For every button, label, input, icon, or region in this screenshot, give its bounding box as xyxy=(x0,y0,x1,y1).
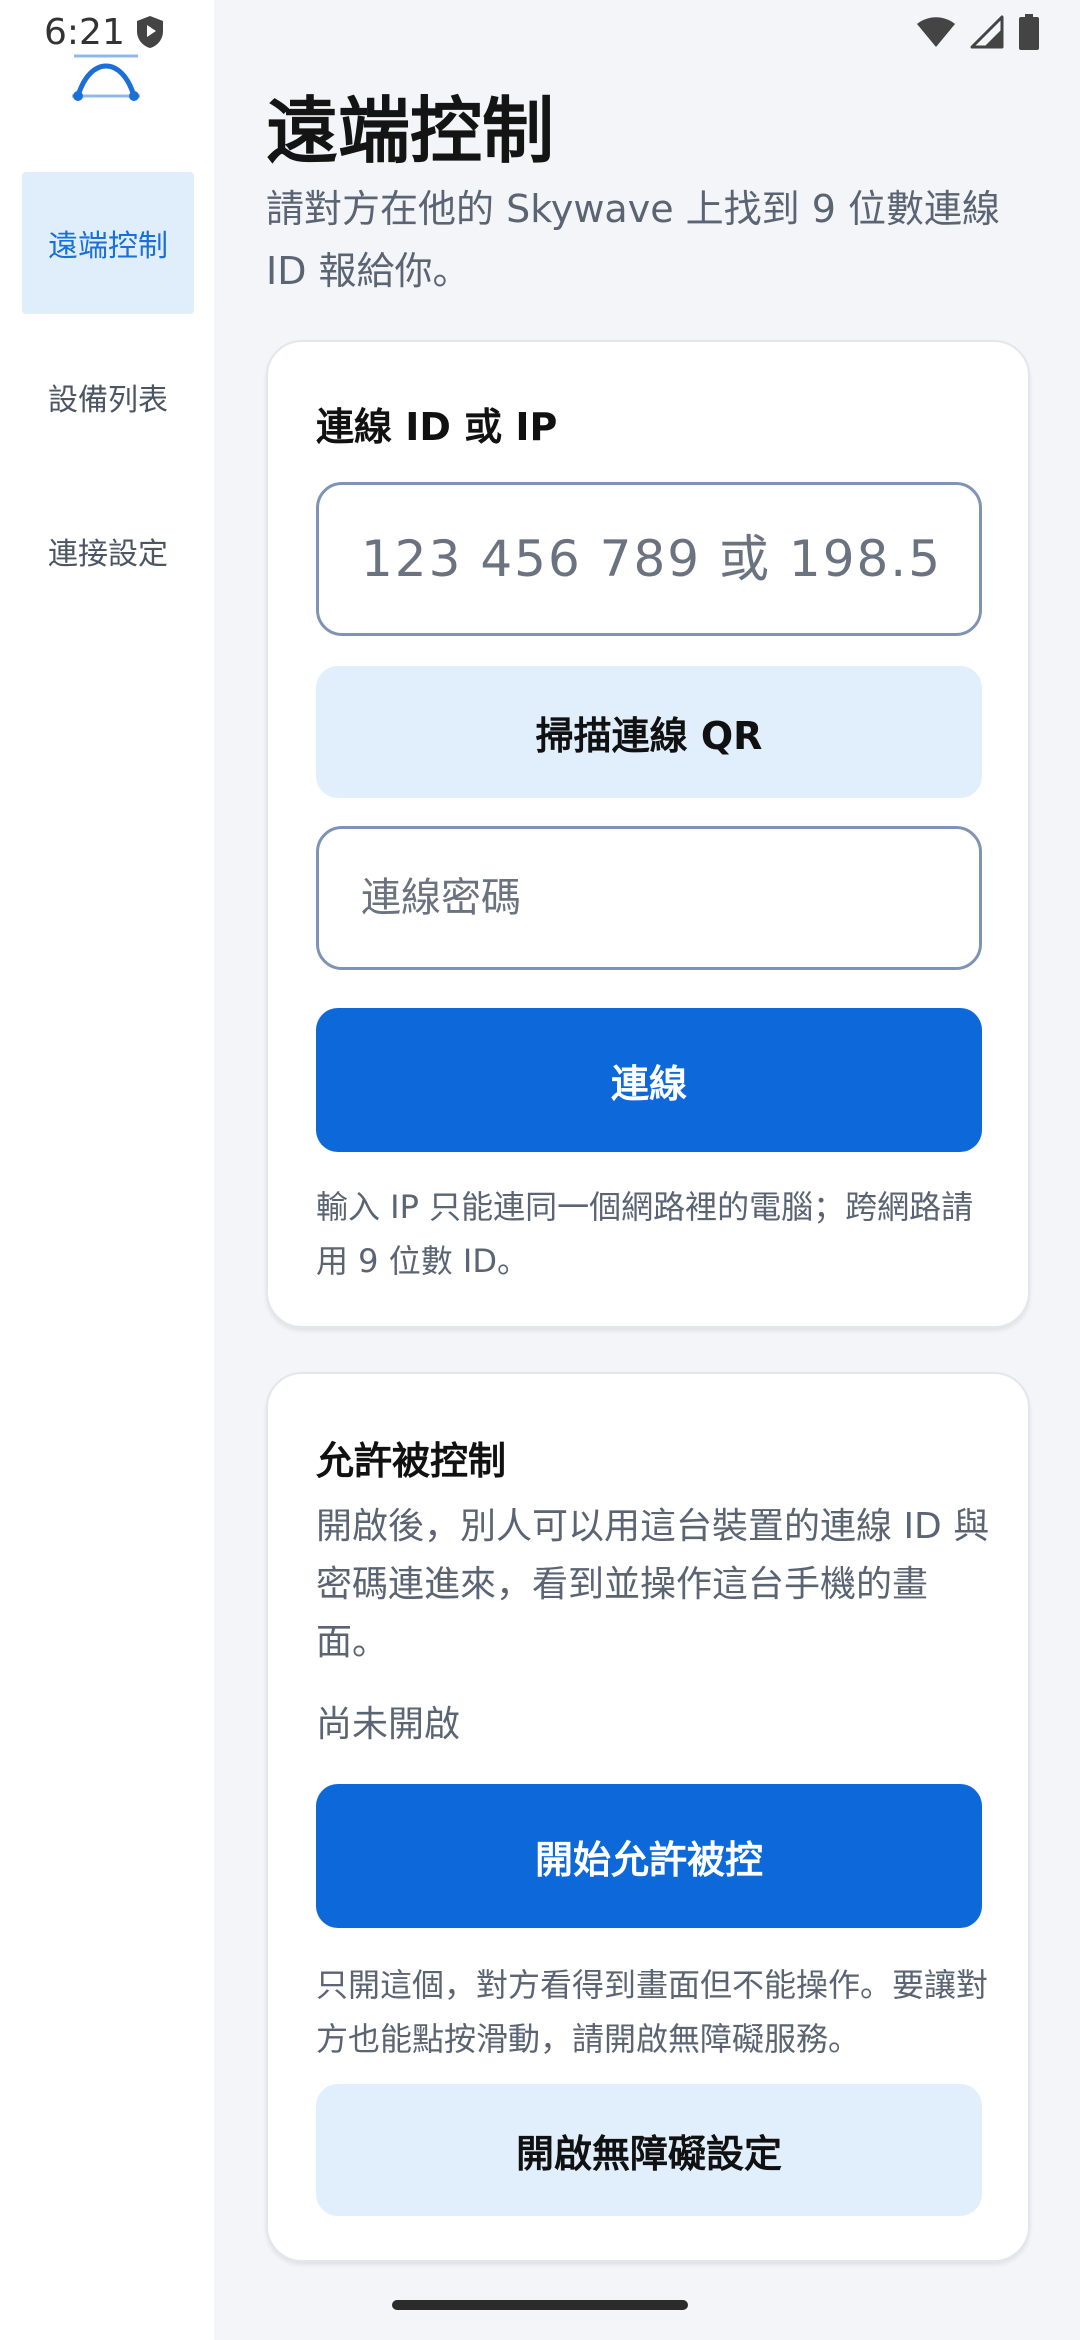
connect-note: 輸入 IP 只能連同一個網路裡的電腦；跨網路請用 9 位數 ID。 xyxy=(316,1188,974,1280)
connection-id-field[interactable] xyxy=(316,482,982,636)
connection-id-heading: 連線 ID 或 IP xyxy=(316,405,558,449)
allow-control-card: 允許被控制 開啟後，別人可以用這台裝置的連線 ID 與密碼連進來，看到並操作這台… xyxy=(266,1372,1030,2262)
rail-item-connection-settings[interactable]: 連接設定 xyxy=(22,480,194,622)
page-subtitle: 請對方在他的 Skywave 上找到 9 位數連線 ID 報給你。 xyxy=(266,187,1000,293)
accessibility-settings-button[interactable]: 開啟無障礙設定 xyxy=(316,2084,982,2216)
shield-icon xyxy=(136,16,163,48)
connect-button[interactable]: 連線 xyxy=(316,1008,982,1152)
wifi-icon xyxy=(917,17,955,47)
status-bar: 6:21 xyxy=(0,0,1080,64)
page-title: 遠端控制 xyxy=(266,89,555,173)
allow-control-description: 開啟後，別人可以用這台裝置的連線 ID 與密碼連進來，看到並操作這台手機的畫面。 xyxy=(316,1506,990,1663)
start-allow-control-button[interactable]: 開始允許被控 xyxy=(316,1784,982,1928)
rail-item-label: 設備列表 xyxy=(48,383,168,418)
allow-note: 只開這個，對方看得到畫面但不能操作。要讓對方也能點按滑動，請開啟無障礙服務。 xyxy=(316,1966,989,2058)
home-indicator[interactable] xyxy=(392,2300,688,2310)
connect-card: 連線 ID 或 IP 掃描連線 QR 連線 輸入 IP 只能連同一個網路裡的電腦… xyxy=(266,340,1030,1328)
rail-item-label: 遠端控制 xyxy=(48,229,168,264)
scan-qr-button[interactable]: 掃描連線 QR xyxy=(316,666,982,798)
allow-control-heading: 允許被控制 xyxy=(316,1439,507,1483)
navigation-rail: 遠端控制 設備列表 連接設定 xyxy=(0,0,214,2340)
battery-icon xyxy=(1019,14,1039,50)
rail-item-label: 連接設定 xyxy=(48,537,168,572)
password-field[interactable] xyxy=(316,826,982,970)
signal-icon xyxy=(970,15,1004,49)
rail-item-device-list[interactable]: 設備列表 xyxy=(22,326,194,468)
connection-id-input[interactable] xyxy=(361,530,937,588)
rail-item-remote-control[interactable]: 遠端控制 xyxy=(22,172,194,314)
password-input[interactable] xyxy=(361,875,937,921)
status-time: 6:21 xyxy=(44,11,125,53)
allow-status-text: 尚未開啟 xyxy=(316,1704,461,1745)
